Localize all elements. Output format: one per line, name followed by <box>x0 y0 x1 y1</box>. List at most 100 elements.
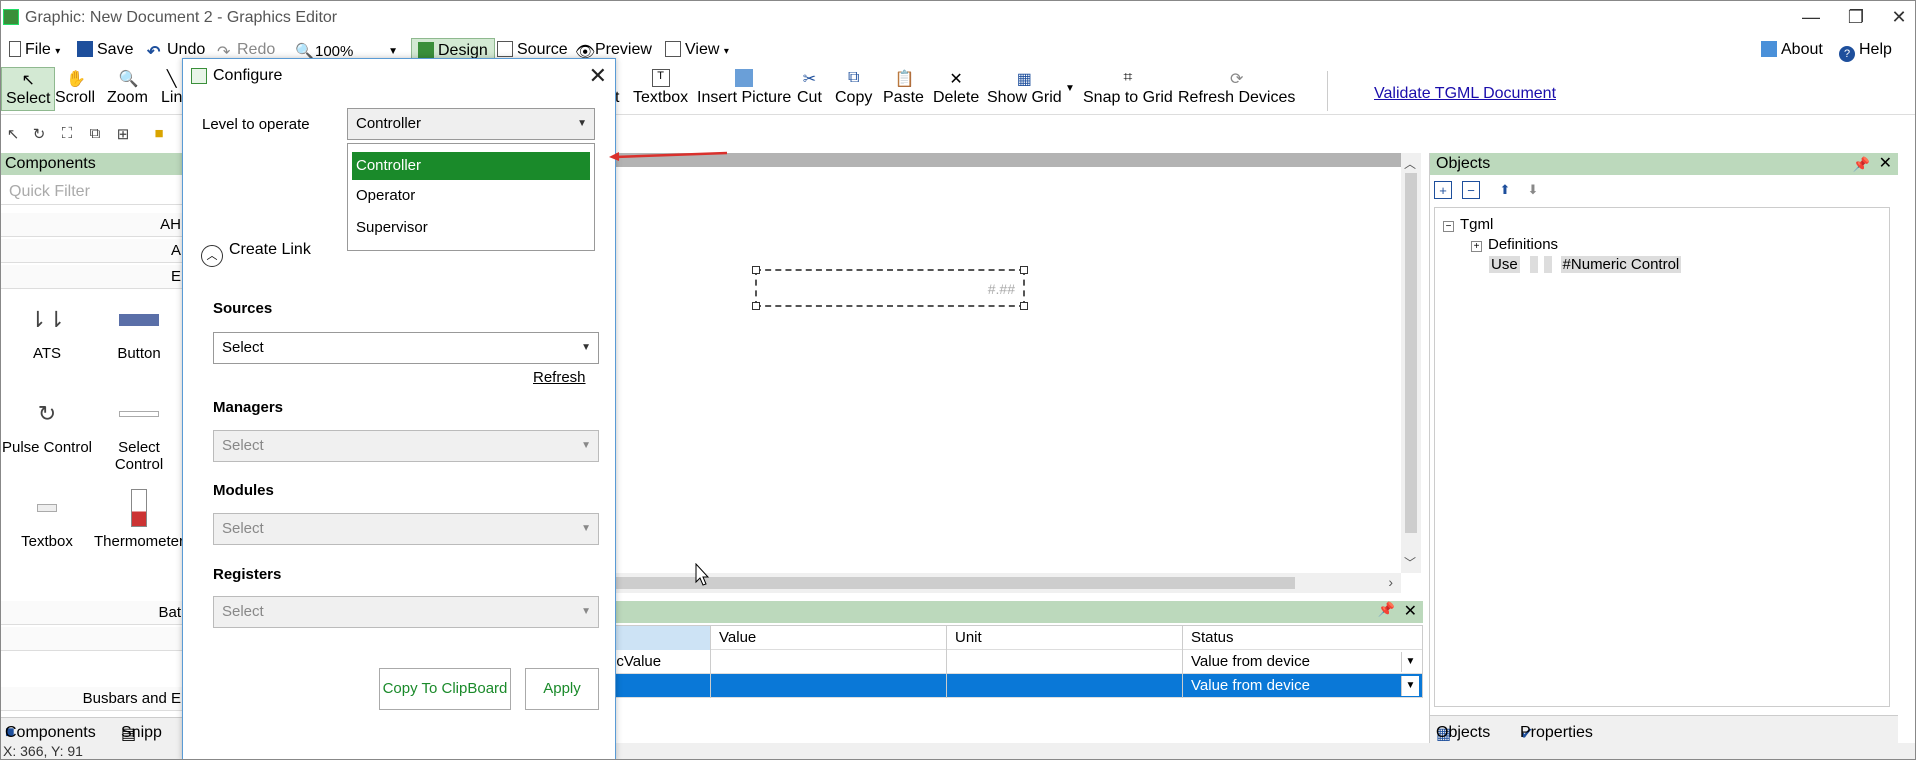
group-icon[interactable]: ⧉ <box>85 125 105 145</box>
resize-icon[interactable]: ⛶ <box>57 125 77 145</box>
close-icon[interactable]: ✕ <box>1404 601 1417 621</box>
status-dropdown[interactable]: ▼ <box>1401 652 1419 672</box>
component-thermometer[interactable]: Thermometer <box>93 483 185 550</box>
create-link-toggle[interactable]: ︿ Create Link <box>201 241 311 267</box>
managers-select[interactable]: Select ▼ <box>213 430 599 462</box>
component-textbox[interactable]: Textbox <box>1 483 93 550</box>
table-row[interactable]: Value from device ▼ <box>605 674 1423 698</box>
resize-handle[interactable] <box>752 302 760 310</box>
status-dropdown[interactable]: ▼ <box>1401 676 1419 696</box>
component-select-control[interactable]: Select Control <box>93 389 185 473</box>
numeric-control-element[interactable]: #.## <box>752 266 1028 310</box>
paste-button[interactable]: 📋 Paste <box>883 67 924 111</box>
table-row[interactable]: icValue Value from device ▼ <box>605 650 1423 674</box>
copy-button[interactable]: ⧉ Copy <box>835 67 872 111</box>
help-button[interactable]: ? Help <box>1839 38 1892 62</box>
canvas-horizontal-scrollbar[interactable]: › <box>605 573 1401 593</box>
copy-to-clipboard-button[interactable]: Copy To ClipBoard <box>379 668 511 710</box>
cut-button[interactable]: ✂ Cut <box>797 67 822 111</box>
restore-button[interactable]: ❐ <box>1841 5 1871 29</box>
textbox-tool[interactable]: T Textbox <box>633 67 688 111</box>
scroll-up-icon[interactable]: ︿ <box>1404 155 1416 172</box>
level-option-supervisor[interactable]: Supervisor <box>352 214 590 242</box>
tree-node-use[interactable]: Use #Numeric Control <box>1489 256 1682 273</box>
tree-node-definitions[interactable]: + Definitions <box>1471 236 1558 253</box>
undo-icon: ↶ <box>147 44 161 61</box>
delete-button[interactable]: ✕ Delete <box>933 67 979 111</box>
category-row[interactable]: AH <box>1 213 187 237</box>
expand-all-icon[interactable]: + <box>1434 181 1452 199</box>
textbox-icon <box>1 483 93 533</box>
rotate-icon[interactable]: ↻ <box>29 125 49 145</box>
line-tool[interactable]: ╲ Lin <box>161 67 182 111</box>
resize-handle[interactable] <box>1020 302 1028 310</box>
select-tool[interactable]: ↖ Select <box>1 67 56 111</box>
category-row[interactable]: A <box>1 239 187 263</box>
refresh-devices-button[interactable]: ⟳ Refresh Devices <box>1178 67 1295 111</box>
picture-icon <box>735 69 754 87</box>
registers-select[interactable]: Select ▼ <box>213 596 599 628</box>
minimize-button[interactable]: — <box>1796 5 1826 29</box>
component-ats[interactable]: ⇂⇂ ATS <box>1 295 93 362</box>
grid-cell[interactable] <box>711 674 947 698</box>
graphics-editor-window: Graphic: New Document 2 - Graphics Edito… <box>0 0 1916 760</box>
pin-icon[interactable]: 📌 <box>1378 601 1395 618</box>
validate-tgml-link[interactable]: Validate TGML Document <box>1374 85 1556 103</box>
color-fill-icon[interactable]: ■ <box>149 125 169 145</box>
scroll-tool[interactable]: ✋ Scroll <box>55 67 95 111</box>
file-menu[interactable]: File ▾ <box>9 38 60 62</box>
category-row[interactable]: E <box>1 265 187 289</box>
move-up-icon[interactable]: ⬆ <box>1496 181 1514 199</box>
scroll-right-icon[interactable]: › <box>1388 574 1393 590</box>
scroll-thumb[interactable] <box>1405 173 1417 533</box>
collapse-icon[interactable]: − <box>1443 221 1454 232</box>
annotation-arrow <box>609 151 728 161</box>
align-icon[interactable]: ⊞ <box>113 125 133 145</box>
tree-node-tgml[interactable]: − Tgml <box>1443 216 1493 233</box>
about-button[interactable]: About <box>1761 38 1823 62</box>
column-header[interactable]: Unit <box>947 626 1183 650</box>
column-header[interactable]: Value <box>711 626 947 650</box>
insert-picture-button[interactable]: Insert Picture <box>697 67 791 111</box>
quick-filter-input[interactable]: Quick Filter <box>1 177 187 205</box>
level-option-controller[interactable]: Controller <box>352 152 590 180</box>
refresh-link[interactable]: Refresh <box>533 369 586 386</box>
zoom-tool[interactable]: 🔍 Zoom <box>107 67 148 111</box>
drawing-canvas[interactable] <box>605 167 1401 573</box>
category-row[interactable]: Bat <box>1 601 187 625</box>
level-select[interactable]: Controller ▼ <box>347 108 595 140</box>
apply-button[interactable]: Apply <box>525 668 599 710</box>
snap-icon: ⌗ <box>1123 69 1133 86</box>
select-arrow-icon[interactable]: ↖ <box>3 125 23 145</box>
category-row[interactable] <box>1 627 187 651</box>
snap-to-grid-button[interactable]: ⌗ Snap to Grid <box>1083 67 1173 111</box>
modules-select[interactable]: Select ▼ <box>213 513 599 545</box>
managers-label: Managers <box>213 399 284 416</box>
category-row[interactable]: Busbars and E <box>1 687 187 711</box>
move-down-icon[interactable]: ⬇ <box>1524 181 1542 199</box>
grid-cell[interactable] <box>947 650 1183 674</box>
close-icon[interactable]: ✕ <box>1879 153 1892 175</box>
component-pulse-control[interactable]: ↻ Pulse Control <box>1 389 93 456</box>
level-option-operator[interactable]: Operator <box>352 182 590 210</box>
pin-icon[interactable]: 📌 <box>1853 153 1870 175</box>
component-button[interactable]: Button <box>93 295 185 362</box>
show-grid-button[interactable]: ▦ Show Grid <box>987 67 1062 111</box>
view-menu[interactable]: View ▾ <box>665 38 729 62</box>
collapse-all-icon[interactable]: − <box>1462 181 1480 199</box>
grid-cell[interactable] <box>947 674 1183 698</box>
close-window-button[interactable]: ✕ <box>1884 5 1914 29</box>
scroll-down-icon[interactable]: ﹀ <box>1404 554 1416 571</box>
resize-handle[interactable] <box>1020 266 1028 274</box>
show-grid-dropdown[interactable]: ▼ <box>1065 83 1075 127</box>
canvas-vertical-scrollbar[interactable]: ︿ ﹀ <box>1401 153 1421 573</box>
sources-select[interactable]: Select ▼ <box>213 332 599 364</box>
resize-handle[interactable] <box>752 266 760 274</box>
column-header[interactable] <box>605 626 711 650</box>
grid-icon: ▦ <box>1016 71 1032 88</box>
save-button[interactable]: Save <box>77 38 133 62</box>
close-dialog-button[interactable]: ✕ <box>589 63 607 89</box>
column-header[interactable]: Status <box>1183 626 1423 650</box>
expand-icon[interactable]: + <box>1471 241 1482 252</box>
grid-cell[interactable] <box>711 650 947 674</box>
